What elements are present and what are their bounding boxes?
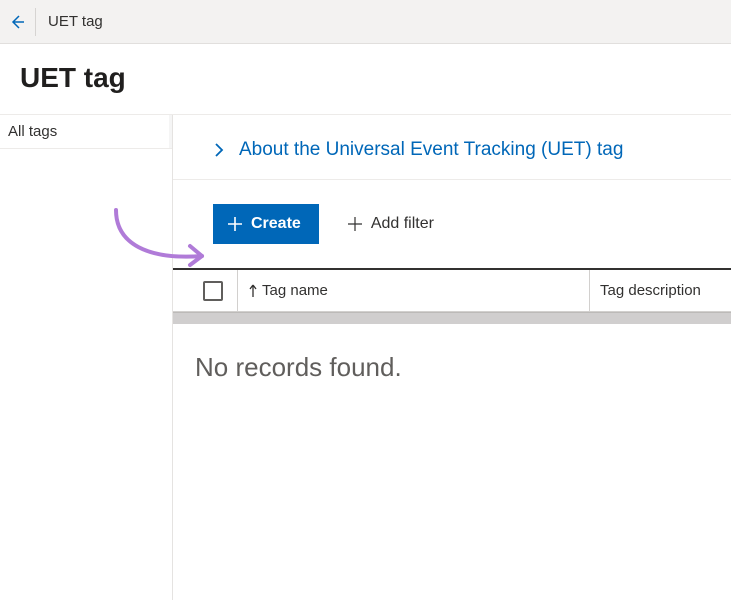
plus-icon (347, 216, 363, 232)
table-header: Tag name Tag description (173, 268, 731, 312)
column-header-tag-name[interactable]: Tag name (237, 270, 589, 311)
empty-state: No records found. (173, 324, 731, 411)
add-filter-label: Add filter (371, 215, 434, 233)
select-all-checkbox[interactable] (203, 281, 223, 301)
main: About the Universal Event Tracking (UET)… (173, 115, 731, 600)
horizontal-scrollbar[interactable] (173, 312, 731, 324)
page-header: UET tag (0, 44, 731, 115)
page-title: UET tag (20, 62, 711, 94)
info-link[interactable]: About the Universal Event Tracking (UET)… (239, 139, 623, 161)
column-header-tag-description[interactable]: Tag description (589, 270, 719, 311)
plus-icon (227, 216, 243, 232)
create-button-label: Create (251, 215, 301, 233)
create-button[interactable]: Create (213, 204, 319, 244)
select-all-cell (189, 281, 237, 301)
top-bar: UET tag (0, 0, 731, 44)
breadcrumb-title: UET tag (48, 13, 103, 30)
content-wrap: All tags About the Universal Event Track… (0, 115, 731, 600)
sort-asc-icon (248, 284, 258, 298)
column-label: Tag description (600, 282, 701, 299)
toolbar: Create Add filter (173, 180, 731, 268)
chevron-right-icon[interactable] (213, 141, 225, 159)
back-button[interactable] (8, 8, 36, 36)
info-banner: About the Universal Event Tracking (UET)… (173, 115, 731, 180)
sidebar-item-all-tags[interactable]: All tags (0, 115, 172, 149)
add-filter-button[interactable]: Add filter (347, 215, 434, 233)
arrow-left-icon (9, 14, 25, 30)
column-label: Tag name (262, 282, 328, 299)
sidebar-item-label: All tags (8, 123, 57, 140)
sidebar: All tags (0, 115, 173, 600)
